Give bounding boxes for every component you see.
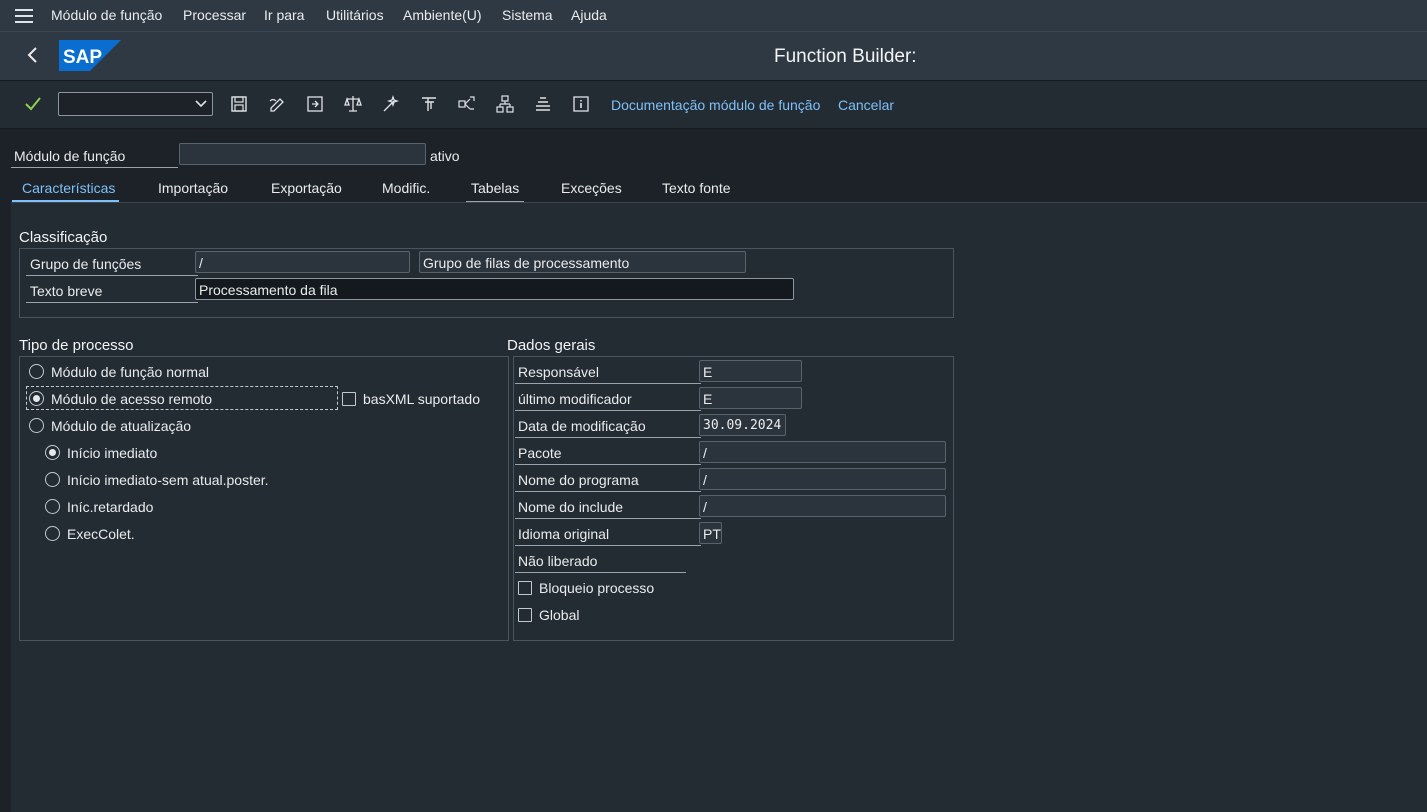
- general-data-title: Dados gerais: [507, 337, 596, 354]
- tab-modific[interactable]: Modific.: [382, 180, 430, 196]
- radio-delayed-start[interactable]: [45, 499, 60, 514]
- basxml-checkbox[interactable]: [342, 392, 356, 406]
- responsible-field: E: [699, 360, 802, 382]
- pattern-icon[interactable]: [532, 93, 554, 115]
- menu-processar[interactable]: Processar: [183, 7, 246, 23]
- radio-immediate-no-post-label: Início imediato-sem atual.poster.: [67, 472, 269, 488]
- mod-date-label: Data de modificação: [515, 418, 701, 438]
- radio-delayed-start-label: Iníc.retardado: [67, 499, 154, 515]
- where-used-icon[interactable]: [456, 93, 478, 115]
- group-field: /: [195, 251, 410, 273]
- radio-remote-module[interactable]: [29, 391, 44, 406]
- radio-collective-run-label: ExecColet.: [67, 526, 135, 542]
- short-text-label: Texto breve: [26, 283, 198, 303]
- global-label: Global: [539, 607, 580, 623]
- group-description: Grupo de filas de processamento: [419, 251, 746, 273]
- language-field: PT: [699, 522, 722, 544]
- activate-icon[interactable]: [380, 93, 402, 115]
- function-module-field[interactable]: [179, 143, 426, 165]
- menu-ir-para[interactable]: Ir para: [264, 7, 304, 23]
- include-label: Nome do include: [515, 499, 701, 519]
- menu-bar: Módulo de função Processar Ir para Utili…: [0, 0, 1427, 32]
- mod-date-field: 30.09.2024: [699, 414, 786, 436]
- save-icon[interactable]: [228, 93, 250, 115]
- check-icon[interactable]: [22, 93, 44, 115]
- lock-process-checkbox[interactable]: [518, 581, 532, 595]
- function-module-label: Módulo de função: [11, 148, 178, 168]
- short-text-input[interactable]: Processamento da fila: [195, 278, 794, 300]
- menu-ambiente[interactable]: Ambiente(U): [403, 7, 482, 23]
- last-modifier-label: último modificador: [515, 391, 701, 411]
- radio-remote-module-label: Módulo de acesso remoto: [51, 391, 213, 407]
- menu-modulo-de-funcao[interactable]: Módulo de função: [51, 7, 162, 23]
- radio-update-module-label: Módulo de atualização: [51, 418, 192, 434]
- back-arrow-icon[interactable]: [22, 44, 44, 66]
- hamburger-menu-icon[interactable]: [15, 9, 33, 23]
- cancel-link[interactable]: Cancelar: [838, 97, 894, 113]
- menu-ajuda[interactable]: Ajuda: [571, 7, 607, 23]
- tab-panel: Classificação Grupo de funções / Grupo d…: [11, 202, 1427, 812]
- check-object-icon[interactable]: [342, 93, 364, 115]
- title-bar: SAP Function Builder:: [0, 32, 1427, 81]
- menu-sistema[interactable]: Sistema: [502, 7, 553, 23]
- last-modifier-field: E: [699, 387, 802, 409]
- main-content: Módulo de função ativo Características I…: [0, 129, 1427, 812]
- process-type-title: Tipo de processo: [19, 337, 134, 354]
- not-released-label: Não liberado: [515, 553, 686, 573]
- radio-normal-module-label: Módulo de função normal: [51, 364, 209, 380]
- package-label: Pacote: [515, 445, 701, 465]
- chevron-down-icon[interactable]: [194, 97, 208, 111]
- test-icon[interactable]: [418, 93, 440, 115]
- tab-texto-fonte[interactable]: Texto fonte: [662, 180, 731, 196]
- include-field: /: [699, 495, 946, 517]
- basxml-label: basXML suportado: [363, 391, 480, 407]
- radio-immediate-start[interactable]: [45, 445, 60, 460]
- tab-importacao[interactable]: Importação: [158, 180, 228, 196]
- tab-exportacao[interactable]: Exportação: [271, 180, 342, 196]
- display-object-list-icon[interactable]: [304, 93, 326, 115]
- program-label: Nome do programa: [515, 472, 701, 492]
- sap-logo: SAP: [59, 40, 121, 71]
- program-field: /: [699, 468, 946, 490]
- tab-tabelas[interactable]: Tabelas: [471, 180, 519, 196]
- radio-update-module[interactable]: [29, 418, 44, 433]
- command-field[interactable]: [58, 92, 213, 116]
- responsible-label: Responsável: [515, 364, 701, 384]
- package-field: /: [699, 441, 946, 463]
- menu-utilitarios[interactable]: Utilitários: [326, 7, 384, 23]
- radio-collective-run[interactable]: [45, 526, 60, 541]
- tab-excecoes[interactable]: Exceções: [561, 180, 622, 196]
- radio-immediate-start-label: Início imediato: [67, 445, 158, 461]
- global-checkbox[interactable]: [518, 608, 532, 622]
- sap-logo-text: SAP: [63, 47, 102, 68]
- classification-title: Classificação: [19, 229, 108, 246]
- radio-immediate-no-post[interactable]: [45, 472, 60, 487]
- app-title: Function Builder:: [774, 46, 917, 67]
- language-label: Idioma original: [515, 526, 701, 546]
- hierarchy-icon[interactable]: [494, 93, 516, 115]
- lock-process-label: Bloqueio processo: [539, 580, 655, 596]
- status-text: ativo: [430, 148, 460, 164]
- info-icon[interactable]: [570, 93, 592, 115]
- group-label: Grupo de funções: [26, 256, 198, 276]
- toolbar: Documentação módulo de função Cancelar: [0, 81, 1427, 129]
- edit-icon[interactable]: [266, 93, 288, 115]
- documentation-link[interactable]: Documentação módulo de função: [611, 97, 820, 113]
- radio-normal-module[interactable]: [29, 364, 44, 379]
- tab-caracteristicas[interactable]: Características: [22, 180, 115, 196]
